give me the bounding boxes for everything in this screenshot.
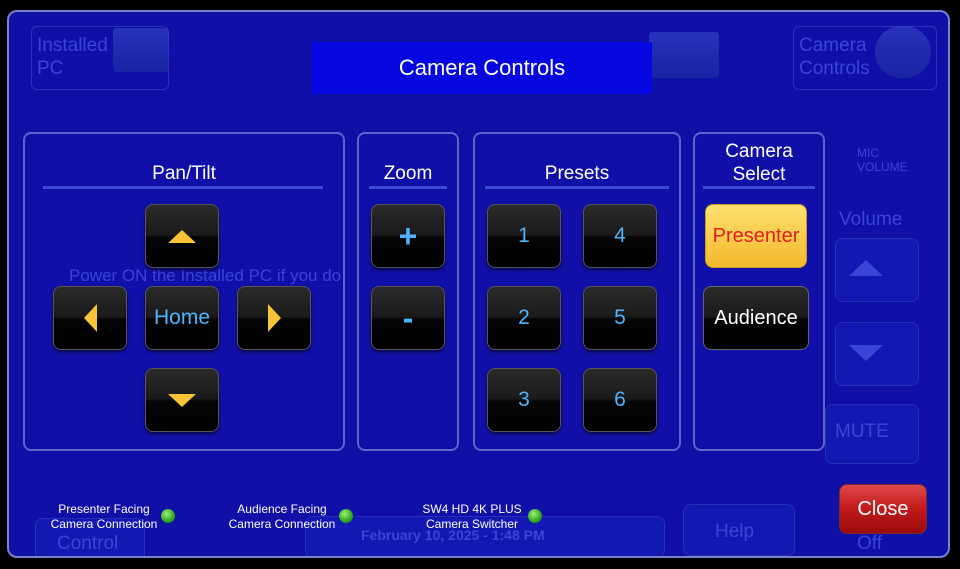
presenter-camera-label: Presenter bbox=[712, 224, 800, 247]
zoom-in-button[interactable]: + bbox=[371, 204, 445, 268]
bg-mic-volume-label: MIC VOLUME bbox=[857, 146, 908, 174]
zoom-out-button[interactable]: - bbox=[371, 286, 445, 350]
bg-mute-label: MUTE bbox=[835, 421, 889, 442]
presets-divider bbox=[485, 186, 669, 189]
bg-laptop-icon bbox=[649, 32, 719, 78]
arrow-right-icon bbox=[267, 304, 281, 332]
presenter-camera-button[interactable]: Presenter bbox=[705, 204, 807, 268]
home-button-label: Home bbox=[153, 306, 211, 329]
camera-select-divider bbox=[703, 186, 815, 189]
audience-camera-connection-status: Audience Facing Camera Connection bbox=[228, 502, 336, 531]
zoom-title: Zoom bbox=[383, 163, 433, 184]
preset-6-button[interactable]: 6 bbox=[583, 368, 657, 432]
bg-volume-down-icon bbox=[849, 345, 883, 361]
preset-4-button[interactable]: 4 bbox=[583, 204, 657, 268]
bg-volume-label: Volume bbox=[839, 209, 903, 230]
pan-tilt-divider bbox=[43, 186, 323, 189]
switcher-connection-led-icon bbox=[528, 509, 542, 523]
audience-camera-label: Audience bbox=[714, 306, 798, 329]
presenter-camera-connection-status: Presenter Facing Camera Connection bbox=[50, 502, 158, 531]
preset-label: 5 bbox=[614, 306, 626, 329]
bg-tab-camera-label: Camera Controls bbox=[799, 35, 870, 79]
tilt-up-button[interactable] bbox=[145, 204, 219, 268]
preset-5-button[interactable]: 5 bbox=[583, 286, 657, 350]
zoom-out-label: - bbox=[402, 299, 414, 336]
bg-off-label: Off bbox=[857, 533, 882, 554]
preset-1-button[interactable]: 1 bbox=[487, 204, 561, 268]
camera-controls-window: Installed PC Camera Controls MIC VOLUME Vol… bbox=[7, 10, 950, 558]
preset-3-button[interactable]: 3 bbox=[487, 368, 561, 432]
preset-label: 4 bbox=[614, 224, 626, 247]
preset-2-button[interactable]: 2 bbox=[487, 286, 561, 350]
arrow-up-icon bbox=[168, 229, 196, 243]
camera-select-title: Camera Select bbox=[695, 140, 823, 186]
tilt-down-button[interactable] bbox=[145, 368, 219, 432]
camera-select-title-line2: Select bbox=[732, 164, 786, 185]
bg-tab-installed-pc-label: Installed PC bbox=[37, 35, 108, 79]
audience-camera-button[interactable]: Audience bbox=[703, 286, 809, 350]
bg-help-label: Help bbox=[715, 521, 755, 542]
preset-label: 1 bbox=[518, 224, 530, 247]
home-button[interactable]: Home bbox=[145, 286, 219, 350]
presets-title: Presets bbox=[544, 163, 610, 184]
bg-monitor-icon bbox=[113, 28, 169, 72]
pan-tilt-title: Pan/Tilt bbox=[152, 163, 216, 184]
bg-camera-icon bbox=[875, 26, 931, 78]
zoom-in-label: + bbox=[398, 217, 418, 254]
modal-title: Camera Controls bbox=[312, 42, 652, 94]
pan-left-button[interactable] bbox=[53, 286, 127, 350]
audience-connection-led-icon bbox=[339, 509, 353, 523]
zoom-divider bbox=[369, 186, 447, 189]
bg-control-label: Control bbox=[57, 533, 119, 554]
pan-right-button[interactable] bbox=[237, 286, 311, 350]
preset-label: 6 bbox=[614, 388, 626, 411]
camera-select-title-line1: Camera bbox=[725, 141, 793, 162]
arrow-left-icon bbox=[83, 304, 97, 332]
arrow-down-icon bbox=[168, 393, 196, 407]
close-button[interactable]: Close bbox=[839, 484, 927, 534]
bg-volume-up-icon bbox=[849, 260, 883, 276]
preset-label: 2 bbox=[518, 306, 530, 329]
camera-switcher-status: SW4 HD 4K PLUS Camera Switcher bbox=[422, 502, 522, 531]
preset-label: 3 bbox=[518, 388, 530, 411]
presenter-connection-led-icon bbox=[161, 509, 175, 523]
